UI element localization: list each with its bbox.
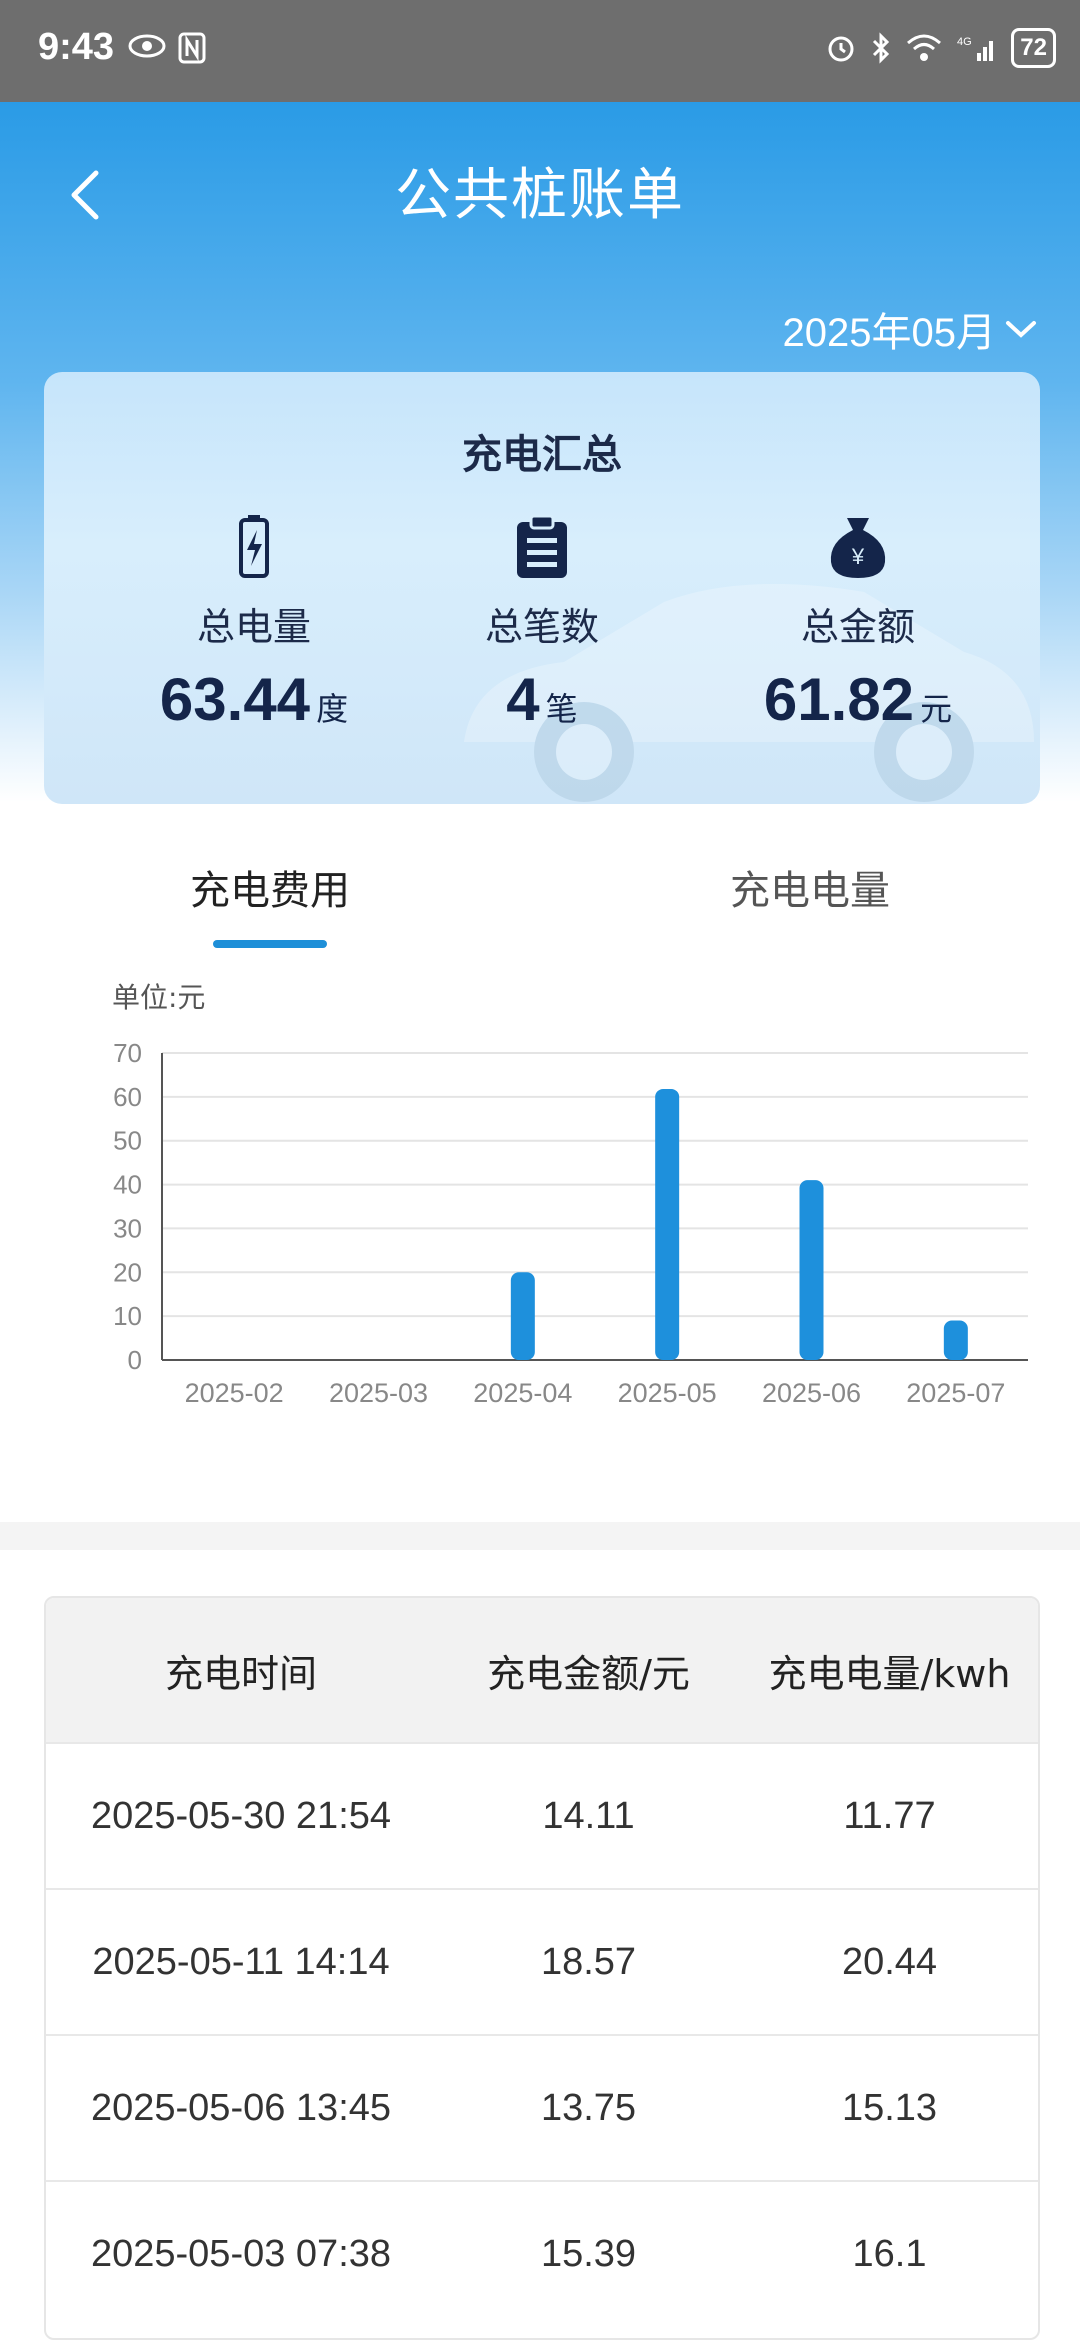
cell-amount: 14.11 bbox=[542, 1794, 635, 1837]
tab-active-indicator bbox=[213, 940, 327, 948]
header-energy: 充电电量/kwh bbox=[768, 1651, 1011, 1696]
battery-icon bbox=[239, 515, 269, 578]
section-divider bbox=[0, 1522, 1080, 1550]
svg-text:4G: 4G bbox=[957, 36, 972, 48]
tab-charging-energy[interactable]: 充电电量 bbox=[730, 858, 890, 916]
cell-amount: 15.39 bbox=[540, 2232, 637, 2275]
signal-icon: 4G bbox=[957, 36, 994, 61]
bar bbox=[799, 1180, 824, 1360]
cell-time: 2025-05-03 07:38 bbox=[90, 2232, 392, 2275]
bar bbox=[510, 1272, 535, 1360]
stat-total-count: 总笔数 4笔 bbox=[382, 512, 702, 734]
y-tick-label: 40 bbox=[113, 1170, 142, 1200]
battery-indicator: 72 bbox=[1011, 28, 1056, 68]
status-time: 9:43 bbox=[38, 26, 115, 68]
month-selector[interactable]: 2025年05月 bbox=[783, 300, 1038, 358]
bar bbox=[943, 1320, 968, 1360]
chevron-down-icon bbox=[1006, 321, 1036, 338]
y-tick-label: 0 bbox=[128, 1345, 142, 1375]
chart-y-axis: 0 10 20 30 40 50 60 70 bbox=[113, 1038, 142, 1375]
cell-amount: 13.75 bbox=[540, 2086, 637, 2129]
bill-table: 充电时间 充电金额/元 充电电量/kwh 2025-05-30 21:54 14… bbox=[44, 1596, 1040, 2340]
stat-value: 61.82 bbox=[763, 666, 915, 733]
page-title: 公共桩账单 bbox=[395, 163, 685, 228]
table-header: 充电时间 充电金额/元 充电电量/kwh bbox=[46, 1598, 1038, 1742]
chart-unit-label: 单位:元 bbox=[112, 981, 205, 1014]
stat-label: 总电量 bbox=[196, 605, 311, 649]
status-bar: 9:43 4G 72 bbox=[0, 0, 1080, 102]
cell-amount: 18.57 bbox=[540, 1940, 637, 1983]
chart-x-axis: 2025-02 2025-03 2025-04 2025-05 2025-06 2025-… bbox=[185, 1378, 1006, 1408]
status-icons: 4G 72 bbox=[825, 28, 1056, 68]
y-tick-label: 50 bbox=[113, 1126, 142, 1156]
table-row[interactable]: 2025-05-11 14:14 18.57 20.44 bbox=[46, 1888, 1038, 2034]
stat-label: 总笔数 bbox=[484, 605, 599, 649]
chart-grid bbox=[161, 1052, 1028, 1361]
y-tick-label: 10 bbox=[113, 1301, 142, 1331]
cell-energy: 15.13 bbox=[841, 2086, 938, 2129]
nfc-icon bbox=[178, 32, 206, 64]
month-label: 2025年05月 bbox=[782, 311, 996, 355]
table-row[interactable]: 2025-05-06 13:45 13.75 15.13 bbox=[46, 2034, 1038, 2180]
money-bag-icon: ¥ bbox=[830, 518, 886, 578]
stat-label: 总金额 bbox=[800, 605, 915, 649]
eye-icon bbox=[128, 34, 166, 58]
fee-bar-chart: 单位:元 010203040506070 2025-02 2025-03 2025-… bbox=[112, 981, 1028, 1408]
stat-total-energy: 总电量 63.44 度 bbox=[94, 512, 414, 734]
cell-energy: 11.77 bbox=[843, 1794, 936, 1837]
table-row[interactable]: 2025-05-03 07:38 15.39 16.1 bbox=[46, 2180, 1038, 2326]
y-tick-label: 70 bbox=[113, 1038, 142, 1068]
x-tick-label: 2025-04 bbox=[473, 1378, 572, 1408]
stat-value: 4 bbox=[506, 666, 540, 733]
x-tick-label: 2025-06 bbox=[762, 1378, 861, 1408]
clipboard-icon bbox=[517, 514, 567, 578]
table-row[interactable]: 2025-05-30 21:54 14.11 11.77 bbox=[46, 1742, 1038, 1888]
header-time: 充电时间 bbox=[164, 1651, 317, 1696]
cell-time: 2025-05-30 21:54 bbox=[90, 1794, 392, 1837]
summary-title: 充电汇总 bbox=[462, 432, 622, 478]
stat-unit: 度 bbox=[316, 690, 349, 728]
y-tick-label: 20 bbox=[113, 1257, 142, 1287]
y-tick-label: 30 bbox=[113, 1213, 142, 1243]
cell-time: 2025-05-06 13:45 bbox=[90, 2086, 392, 2129]
stat-total-amount: ¥ 总金额 61.82 元 bbox=[698, 512, 1018, 734]
y-tick-label: 60 bbox=[113, 1082, 142, 1112]
x-tick-label: 2025-03 bbox=[329, 1378, 428, 1408]
header-amount: 充电金额/元 bbox=[487, 1651, 690, 1696]
x-tick-label: 2025-02 bbox=[185, 1378, 284, 1408]
summary-card: 充电汇总 总电量 63.44 度 总笔数 4笔 ¥ 总金额 61.82 元 bbox=[44, 372, 1040, 804]
stat-unit: 元 bbox=[920, 690, 953, 728]
tab-charging-fee[interactable]: 充电费用 bbox=[190, 858, 350, 916]
x-tick-label: 2025-05 bbox=[618, 1378, 717, 1408]
chart-bars bbox=[510, 1088, 968, 1360]
svg-text:¥: ¥ bbox=[851, 544, 865, 569]
x-tick-label: 2025-07 bbox=[906, 1378, 1005, 1408]
cell-energy: 20.44 bbox=[841, 1940, 938, 1983]
stat-value: 63.44 bbox=[159, 666, 311, 733]
alarm-icon bbox=[828, 36, 854, 62]
cell-time: 2025-05-11 14:14 bbox=[92, 1940, 390, 1983]
stat-unit: 笔 bbox=[545, 690, 578, 728]
cell-energy: 16.1 bbox=[852, 2232, 927, 2275]
bluetooth-icon bbox=[873, 32, 890, 64]
bar bbox=[655, 1088, 680, 1360]
wifi-icon bbox=[907, 34, 942, 61]
